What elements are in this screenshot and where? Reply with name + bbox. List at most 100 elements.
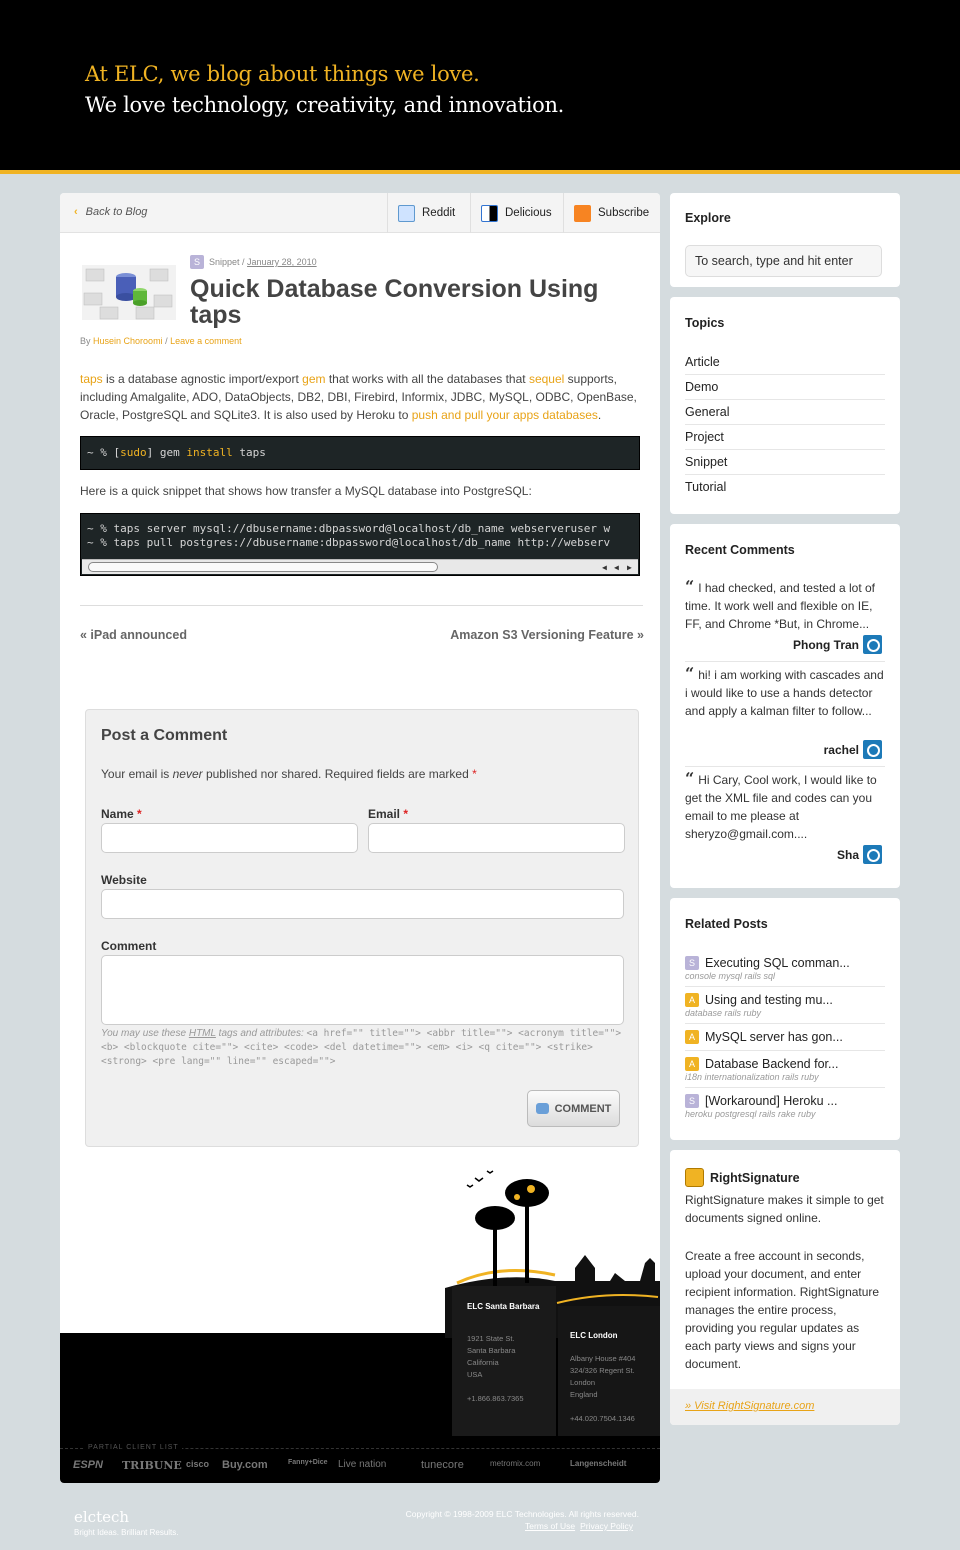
- leave-comment-link[interactable]: Leave a comment: [170, 336, 242, 346]
- taps-link[interactable]: taps: [80, 372, 103, 386]
- article-badge-icon: A: [685, 1057, 699, 1071]
- client-logo-tunecore: tunecore: [421, 1459, 464, 1471]
- comment-label: Comment: [101, 939, 157, 953]
- scroll-right-arrow-icon[interactable]: ▶: [627, 561, 632, 575]
- rightsignature-title: RightSignature: [685, 1168, 800, 1187]
- article-badge-icon: A: [685, 993, 699, 1007]
- topics-panel: Topics Article Demo General Project Snip…: [670, 297, 900, 514]
- quote-icon: “: [685, 664, 695, 683]
- email-label: Email *: [368, 807, 409, 821]
- elctech-logo[interactable]: elctech: [74, 1508, 129, 1526]
- scrollbar-thumb[interactable]: [88, 562, 438, 572]
- client-logo-espn: ESPN: [73, 1459, 103, 1471]
- rightsignature-logo-icon: [685, 1168, 704, 1187]
- subscribe-button[interactable]: Subscribe: [563, 193, 660, 233]
- privacy-link[interactable]: Privacy Policy: [580, 1521, 633, 1531]
- next-post-link[interactable]: Amazon S3 Versioning Feature »: [450, 628, 644, 642]
- gem-link[interactable]: gem: [302, 372, 325, 386]
- quote-icon: “: [685, 577, 695, 596]
- code-line: ~ % taps server mysql://dbusername:dbpas…: [87, 522, 611, 535]
- delicious-icon: [481, 204, 498, 222]
- name-field[interactable]: [101, 823, 358, 853]
- tagline-primary: At ELC, we blog about things we love.: [85, 62, 480, 86]
- explore-title: Explore: [685, 211, 731, 225]
- copyright-text: Copyright © 1998-2009 ELC Technologies. …: [405, 1509, 639, 1519]
- explore-panel: Explore To search, type and hit enter: [670, 193, 900, 287]
- topic-item[interactable]: Snippet: [685, 450, 885, 475]
- santa-barbara-phone: +1.866.863.7365: [467, 1394, 524, 1403]
- client-logo-metromix: metromix.com: [490, 1459, 541, 1468]
- code-block-install: ~ % [sudo] gem install taps: [80, 436, 640, 470]
- rss-icon: [574, 204, 591, 222]
- site-header: At ELC, we blog about things we love. We…: [0, 0, 960, 174]
- author-link[interactable]: Husein Choroomi: [93, 336, 163, 346]
- comment-textarea[interactable]: [101, 955, 624, 1025]
- scroll-left-arrow-icon[interactable]: ◀: [614, 561, 619, 575]
- comment-excerpt[interactable]: “I had checked, and tested a lot of time…: [685, 578, 885, 633]
- topic-item[interactable]: Tutorial: [685, 475, 885, 500]
- visit-rightsignature-link[interactable]: » Visit RightSignature.com: [670, 1389, 900, 1425]
- post-title: Quick Database Conversion Using taps: [190, 275, 599, 329]
- website-field[interactable]: [101, 889, 624, 919]
- divider: [685, 986, 885, 987]
- related-posts-panel: Related Posts S Executing SQL comman... co…: [670, 898, 900, 1140]
- client-logo-tribune: TRIBUNE: [122, 1459, 182, 1472]
- tagline-secondary: We love technology, creativity, and inno…: [85, 93, 565, 117]
- recent-comments-panel: Recent Comments “I had checked, and test…: [670, 524, 900, 888]
- code-block-taps: ~ % taps server mysql://dbusername:dbpas…: [80, 513, 640, 576]
- allowed-tags-note: You may use these HTML tags and attribut…: [101, 1028, 622, 1067]
- divider: [685, 766, 885, 767]
- delicious-button[interactable]: Delicious: [470, 193, 563, 233]
- comment-form: Post a Comment Your email is never publi…: [85, 709, 639, 1147]
- terms-link[interactable]: Terms of Use: [525, 1521, 575, 1531]
- post-category[interactable]: Snippet: [209, 257, 240, 267]
- back-to-blog-link[interactable]: ‹ Back to Blog: [74, 206, 147, 218]
- comment-form-title: Post a Comment: [101, 727, 228, 744]
- reddit-button[interactable]: Reddit: [387, 193, 470, 233]
- previous-post-link[interactable]: « iPad announced: [80, 628, 187, 642]
- related-post-item[interactable]: A MySQL server has gon...: [685, 1030, 885, 1044]
- article-badge-icon: A: [685, 1030, 699, 1044]
- comment-author[interactable]: Phong Tran: [793, 635, 882, 654]
- heroku-push-pull-link[interactable]: push and pull your apps databases: [412, 408, 598, 422]
- avatar-icon: [863, 845, 882, 864]
- email-field[interactable]: [368, 823, 625, 853]
- sequel-link[interactable]: sequel: [529, 372, 564, 386]
- topic-item[interactable]: Project: [685, 425, 885, 450]
- code-horizontal-scrollbar[interactable]: ◀ ◀ ▶: [82, 559, 638, 574]
- code-line: ~ % taps pull postgres://dbusername:dbpa…: [87, 536, 611, 549]
- divider: [685, 661, 885, 662]
- snippet-badge-icon: S: [685, 1094, 699, 1108]
- search-input[interactable]: To search, type and hit enter: [685, 245, 882, 277]
- snippet-badge-icon: S: [685, 956, 699, 970]
- name-label: Name *: [101, 807, 142, 821]
- related-post-item[interactable]: A Database Backend for... i18n internation…: [685, 1057, 885, 1082]
- recent-comments-title: Recent Comments: [685, 543, 795, 557]
- comment-author[interactable]: Sha: [837, 845, 882, 864]
- topic-item[interactable]: Article: [685, 350, 885, 375]
- chevron-left-icon: ‹: [74, 206, 78, 218]
- comment-form-note: Your email is never published nor shared…: [101, 767, 477, 781]
- scroll-left-arrow-icon[interactable]: ◀: [602, 561, 607, 575]
- santa-barbara-address: 1921 State St. Santa Barbara California USA…: [467, 1334, 524, 1403]
- london-title: ELC London: [570, 1331, 618, 1340]
- rightsignature-intro: RightSignature makes it simple to get do…: [685, 1193, 884, 1225]
- topic-item[interactable]: Demo: [685, 375, 885, 400]
- submit-comment-button[interactable]: COMMENT: [527, 1090, 620, 1127]
- topic-item[interactable]: General: [685, 400, 885, 425]
- rightsignature-description: Create a free account in seconds, upload…: [685, 1249, 880, 1371]
- comment-author[interactable]: rachel: [824, 740, 882, 759]
- comment-excerpt[interactable]: “Hi Cary, Cool work, I would like to get…: [685, 770, 885, 843]
- related-post-item[interactable]: S Executing SQL comman... console mysql ra…: [685, 956, 885, 981]
- reddit-icon: [398, 204, 415, 222]
- post-byline: By Husein Choroomi / Leave a comment: [80, 336, 242, 346]
- divider: [685, 1023, 885, 1024]
- divider: [685, 1050, 885, 1051]
- speech-bubble-icon: [535, 1103, 549, 1114]
- snippet-category-icon: S: [190, 255, 204, 269]
- comment-excerpt[interactable]: “hi! i am working with cascades and i wo…: [685, 665, 885, 720]
- divider: [685, 1087, 885, 1088]
- related-post-item[interactable]: A Using and testing mu... database rails r…: [685, 993, 885, 1018]
- related-post-item[interactable]: S [Workaround] Heroku ... heroku postgresq…: [685, 1094, 885, 1119]
- elctech-slogan: Bright Ideas. Brilliant Results.: [74, 1528, 179, 1537]
